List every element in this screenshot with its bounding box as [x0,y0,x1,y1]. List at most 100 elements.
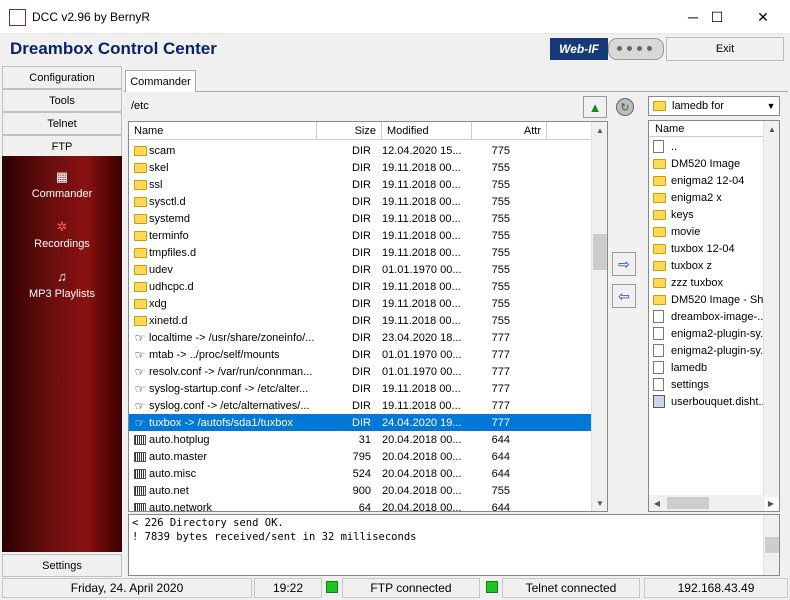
local-directory-select[interactable]: lamedb for ▼ [648,96,780,116]
table-row[interactable]: tmpfiles.d DIR 19.11.2018 00... 755 [129,244,593,261]
file-list-scrollbar[interactable]: ▲ ▼ [591,122,607,511]
table-row[interactable]: ssl DIR 19.11.2018 00... 755 [129,176,593,193]
close-button[interactable]: ✕ [740,0,786,34]
local-hscrollbar[interactable]: ◀ ▶ [649,495,774,511]
scroll-left-icon[interactable]: ◀ [649,495,665,511]
table-row[interactable]: sysctl.d DIR 19.11.2018 00... 755 [129,193,593,210]
folder-icon [653,260,669,271]
sidebar-item-commander[interactable]: ▦ Commander [2,164,122,210]
table-row[interactable]: udev DIR 01.01.1970 00... 755 [129,261,593,278]
folder-icon [131,312,149,329]
cell-size: 795 [352,450,371,463]
app-icon [9,9,26,26]
table-row[interactable]: skel DIR 19.11.2018 00... 755 [129,159,593,176]
cell-modified: 20.04.2018 00... [382,467,462,480]
local-column-name[interactable]: Name [649,121,779,137]
scroll-right-icon[interactable]: ▶ [763,495,779,511]
list-item[interactable]: tuxbox 12-04 [649,240,769,257]
table-row[interactable]: ☞ tuxbox -> /autofs/sda1/tuxbox DIR 24.04.2… [129,414,593,431]
cell-name: xinetd.d [149,314,188,327]
table-row[interactable]: auto.network 64 20.04.2018 00... 644 [129,499,593,511]
list-item[interactable]: enigma2-plugin-sy... [649,325,769,342]
cell-modified: 23.04.2020 18... [382,331,462,344]
refresh-button[interactable]: ↻ [614,97,636,117]
local-file-list[interactable]: Name .. DM520 Image enigma2 12-04 enigma2 x… [648,120,780,512]
list-item[interactable]: .. [649,138,769,155]
list-item[interactable]: DM520 Image [649,155,769,172]
column-attr[interactable]: Attr [472,122,547,140]
table-row[interactable]: ☞ syslog.conf -> /etc/alternatives/... DIR… [129,397,593,414]
table-row[interactable]: scam DIR 12.04.2020 15... 775 [129,142,593,159]
list-item[interactable]: enigma2 x [649,189,769,206]
list-item[interactable]: settings [649,376,769,393]
chevron-down-icon[interactable]: ▼ [763,97,779,115]
table-row[interactable]: auto.hotplug 31 20.04.2018 00... 644 [129,431,593,448]
list-item[interactable]: userbouquet.disht... [649,393,769,410]
webif-button[interactable]: Web-IF [550,38,608,60]
hscroll-thumb[interactable] [667,497,709,509]
table-row[interactable]: terminfo DIR 19.11.2018 00... 755 [129,227,593,244]
table-row[interactable]: auto.net 900 20.04.2018 00... 755 [129,482,593,499]
local-rows: .. DM520 Image enigma2 12-04 enigma2 x keys m… [649,138,769,410]
database-icon [653,395,669,408]
scroll-up-icon[interactable]: ▲ [592,122,607,138]
log-scrollbar[interactable] [763,515,779,575]
list-item[interactable]: movie [649,223,769,240]
column-size[interactable]: Size [317,122,382,140]
item-name: enigma2-plugin-sy... [671,327,769,340]
cell-attr: 755 [491,314,510,327]
cell-size: DIR [352,280,371,293]
cell-size: DIR [352,144,371,157]
column-modified[interactable]: Modified [382,122,472,140]
list-item[interactable]: zzz tuxbox [649,274,769,291]
copy-to-local-button[interactable]: ⇨ [612,252,636,276]
tab-commander[interactable]: Commander [125,70,196,92]
parent-directory-button[interactable]: ▲ [583,96,607,118]
list-item[interactable]: enigma2 12-04 [649,172,769,189]
list-item[interactable]: lamedb [649,359,769,376]
item-name: keys [671,208,694,221]
list-item[interactable]: keys [649,206,769,223]
scroll-up-icon[interactable]: ▲ [764,121,779,137]
table-row[interactable]: ☞ syslog-startup.conf -> /etc/alter... DIR… [129,380,593,397]
cell-modified: 19.11.2018 00... [382,161,461,174]
table-row[interactable]: xinetd.d DIR 19.11.2018 00... 755 [129,312,593,329]
table-row[interactable]: ☞ resolv.conf -> /var/run/connman... DIR 01… [129,363,593,380]
table-row[interactable]: ☞ localtime -> /usr/share/zoneinfo/... DIR… [129,329,593,346]
list-item[interactable]: enigma2-plugin-sy... [649,342,769,359]
sidebar-settings-button[interactable]: Settings [2,554,122,577]
maximize-button[interactable]: ☐ [694,0,740,34]
sidebar-telnet-button[interactable]: Telnet [2,112,122,135]
table-row[interactable]: udhcpc.d DIR 19.11.2018 00... 755 [129,278,593,295]
scroll-thumb[interactable] [593,234,607,271]
table-row[interactable]: auto.misc 524 20.04.2018 00... 644 [129,465,593,482]
cell-size: DIR [352,331,371,344]
remote-file-list[interactable]: Name Size Modified Attr scam DIR 12.04.202… [128,121,608,512]
table-row[interactable]: xdg DIR 19.11.2018 00... 755 [129,295,593,312]
scroll-thumb[interactable] [765,537,779,553]
sidebar-ftp-button[interactable]: FTP [2,135,122,158]
table-row[interactable]: systemd DIR 19.11.2018 00... 755 [129,210,593,227]
table-row[interactable]: ☞ mtab -> ../proc/self/mounts DIR 01.01.197… [129,346,593,363]
copy-to-remote-button[interactable]: ⇦ [612,284,636,308]
list-item[interactable]: dreambox-image-... [649,308,769,325]
sidebar-item-mp3-playlists[interactable]: ♫ MP3 Playlists [2,264,122,310]
cell-size: DIR [352,297,371,310]
sidebar-tools-button[interactable]: Tools [2,89,122,112]
exit-button[interactable]: Exit [666,37,784,61]
folder-icon [131,176,149,193]
column-name[interactable]: Name [129,122,317,140]
item-name: settings [671,378,709,391]
scroll-down-icon[interactable]: ▼ [592,495,607,511]
cell-modified: 19.11.2018 00... [382,195,461,208]
local-list-scrollbar[interactable]: ▲ [763,121,779,497]
remote-control-icon[interactable] [608,38,664,60]
folder-icon [131,278,149,295]
sidebar-item-recordings[interactable]: ✲ Recordings [2,214,122,260]
list-item[interactable]: tuxbox z [649,257,769,274]
list-item[interactable]: DM520 Image - Sh... [649,291,769,308]
table-row[interactable]: auto.master 795 20.04.2018 00... 644 [129,448,593,465]
cell-attr: 755 [491,263,510,276]
sidebar-configuration-button[interactable]: Configuration [2,66,122,89]
cell-modified: 20.04.2018 00... [382,433,462,446]
